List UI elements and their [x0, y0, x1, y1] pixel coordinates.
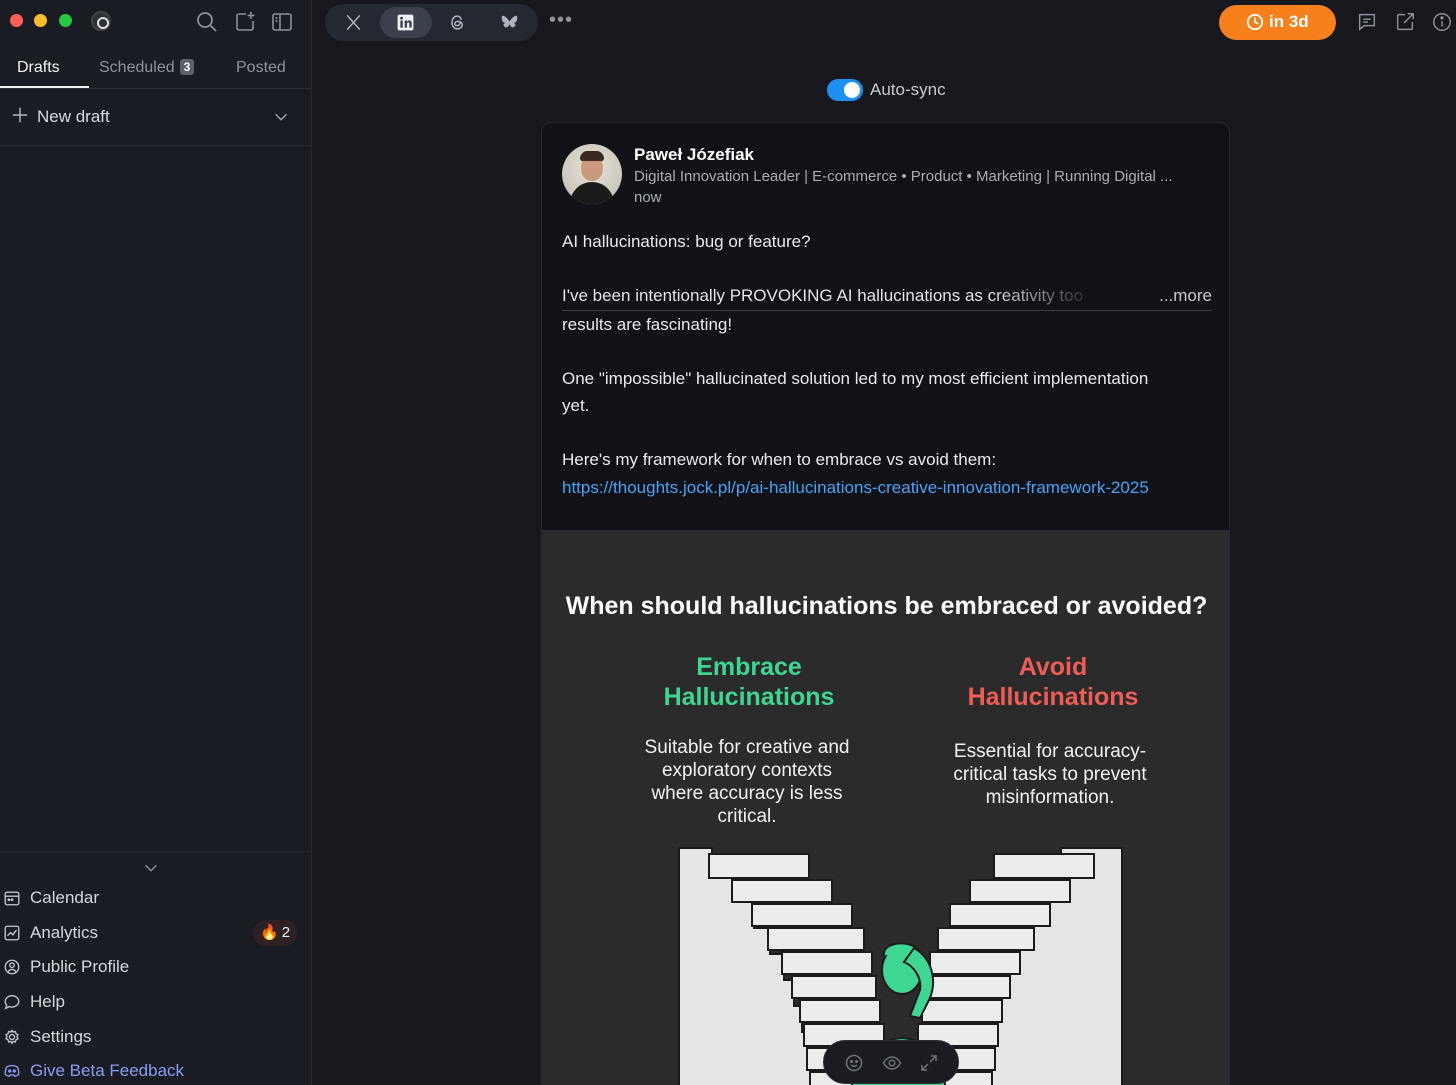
- nav-calendar-label: Calendar: [30, 888, 99, 907]
- platform-threads-tab[interactable]: [432, 7, 484, 38]
- tab-posted[interactable]: Posted: [236, 59, 286, 77]
- embrace-heading: Embrace Hallucinations: [629, 652, 869, 712]
- linkedin-logo-icon: [397, 14, 414, 31]
- infographic-image: When should hallucinations be embraced o…: [542, 530, 1229, 1085]
- post-line: results are fascinating!: [562, 314, 733, 334]
- platform-switcher: [325, 4, 538, 41]
- post-line: yet.: [562, 396, 590, 416]
- preview-toolbar: [823, 1040, 959, 1084]
- nav-help[interactable]: Help: [0, 986, 311, 1018]
- threads-logo-icon: [451, 15, 464, 30]
- calendar-icon: [3, 889, 21, 907]
- analytics-icon: [3, 924, 21, 942]
- post-timestamp: now: [634, 189, 662, 206]
- emoji-icon[interactable]: [844, 1053, 864, 1073]
- streak-count: 2: [281, 924, 291, 941]
- chat-bubble-icon: [3, 993, 21, 1011]
- nav-beta-feedback[interactable]: Give Beta Feedback: [0, 1055, 311, 1085]
- share-external-icon[interactable]: [1394, 11, 1416, 33]
- x-logo-icon: [346, 14, 361, 31]
- eye-icon[interactable]: [881, 1053, 902, 1073]
- tab-scheduled-label: Scheduled: [99, 59, 175, 76]
- new-draft-icon[interactable]: [233, 10, 257, 34]
- schedule-button[interactable]: in 3d: [1219, 5, 1336, 40]
- scheduled-count-badge: 3: [179, 59, 195, 75]
- new-draft-label: New draft: [37, 107, 110, 126]
- nav-settings-label: Settings: [30, 1027, 92, 1046]
- author-headline: Digital Innovation Leader | E-commerce •…: [634, 168, 1173, 185]
- article-link[interactable]: https://thoughts.jock.pl/p/ai-hallucinat…: [562, 478, 1149, 497]
- chevron-down-icon[interactable]: [272, 108, 290, 126]
- expand-icon[interactable]: [919, 1053, 939, 1073]
- embrace-heading-line: Hallucinations: [663, 683, 835, 711]
- avoid-description: Essential for accuracy-critical tasks to…: [953, 741, 1147, 808]
- nav-calendar[interactable]: Calendar: [0, 882, 311, 914]
- avatar: [562, 144, 622, 204]
- post-line: Here's my framework for when to embrace …: [562, 450, 997, 470]
- plus-icon: [11, 106, 29, 128]
- minimize-window-button[interactable]: [34, 14, 47, 27]
- avoid-heading-line: Avoid: [1018, 653, 1088, 681]
- bluesky-logo-icon: [501, 15, 518, 28]
- more-options-icon[interactable]: •••: [549, 9, 573, 32]
- fire-icon: 🔥: [260, 924, 279, 941]
- platform-bluesky-tab[interactable]: [484, 7, 536, 38]
- post-line: AI hallucinations: bug or feature?: [562, 232, 811, 251]
- sidebar: Drafts Scheduled 3 Posted New draft Calen…: [0, 0, 312, 1085]
- avoid-heading: Avoid Hallucinations: [933, 652, 1173, 712]
- tab-drafts[interactable]: Drafts: [17, 59, 60, 77]
- embrace-heading-line: Embrace: [696, 653, 802, 681]
- search-icon[interactable]: [195, 10, 219, 34]
- post-line: One "impossible" hallucinated solution l…: [562, 368, 1149, 388]
- nav-help-label: Help: [30, 992, 65, 1011]
- author-name: Paweł Józefiak: [634, 145, 755, 164]
- post-line: I've been intentionally PROVOKING AI hal…: [562, 286, 1084, 306]
- auto-sync-toggle[interactable]: [827, 79, 863, 101]
- collapse-chevron-icon[interactable]: [142, 859, 160, 877]
- gear-icon: [3, 1028, 21, 1046]
- app-logo: [91, 11, 111, 31]
- active-tab-indicator: [0, 86, 89, 88]
- draft-tabs: Drafts Scheduled 3 Posted: [0, 48, 311, 89]
- tab-scheduled[interactable]: Scheduled 3: [99, 59, 195, 77]
- post-line-truncated: I've been intentionally PROVOKING AI hal…: [562, 282, 1212, 311]
- close-window-button[interactable]: [10, 14, 23, 27]
- auto-sync-label: Auto-sync: [870, 80, 946, 99]
- new-draft-button[interactable]: New draft: [0, 90, 311, 146]
- info-icon[interactable]: [1431, 11, 1453, 33]
- see-more-link[interactable]: ...more: [1149, 282, 1212, 310]
- nav-analytics-label: Analytics: [30, 923, 99, 942]
- avoid-heading-line: Hallucinations: [967, 683, 1139, 711]
- embrace-description: Suitable for creative and exploratory co…: [644, 737, 850, 827]
- divider: [0, 851, 311, 852]
- comment-icon[interactable]: [1356, 11, 1378, 33]
- platform-x-tab[interactable]: [328, 7, 380, 38]
- post-body: AI hallucinations: bug or feature? I've …: [562, 228, 1212, 501]
- infographic-title: When should hallucinations be embraced o…: [565, 592, 1208, 620]
- discord-icon: [3, 1062, 21, 1080]
- nav-settings[interactable]: Settings: [0, 1021, 311, 1053]
- profile-icon: [3, 958, 21, 976]
- sidebar-toggle-icon[interactable]: [270, 10, 294, 34]
- maximize-window-button[interactable]: [59, 14, 72, 27]
- titlebar: [0, 0, 311, 44]
- streak-badge: 🔥 2: [253, 920, 298, 946]
- nav-public-profile[interactable]: Public Profile: [0, 951, 311, 983]
- nav-beta-feedback-label: Give Beta Feedback: [30, 1061, 185, 1080]
- nav-public-profile-label: Public Profile: [30, 957, 130, 976]
- schedule-label: in 3d: [1269, 12, 1309, 31]
- platform-linkedin-tab[interactable]: [380, 7, 432, 38]
- clock-icon: [1246, 13, 1264, 31]
- linkedin-post-preview: Paweł Józefiak Digital Innovation Leader…: [541, 122, 1230, 1085]
- nav-analytics[interactable]: Analytics 🔥 2: [0, 917, 311, 949]
